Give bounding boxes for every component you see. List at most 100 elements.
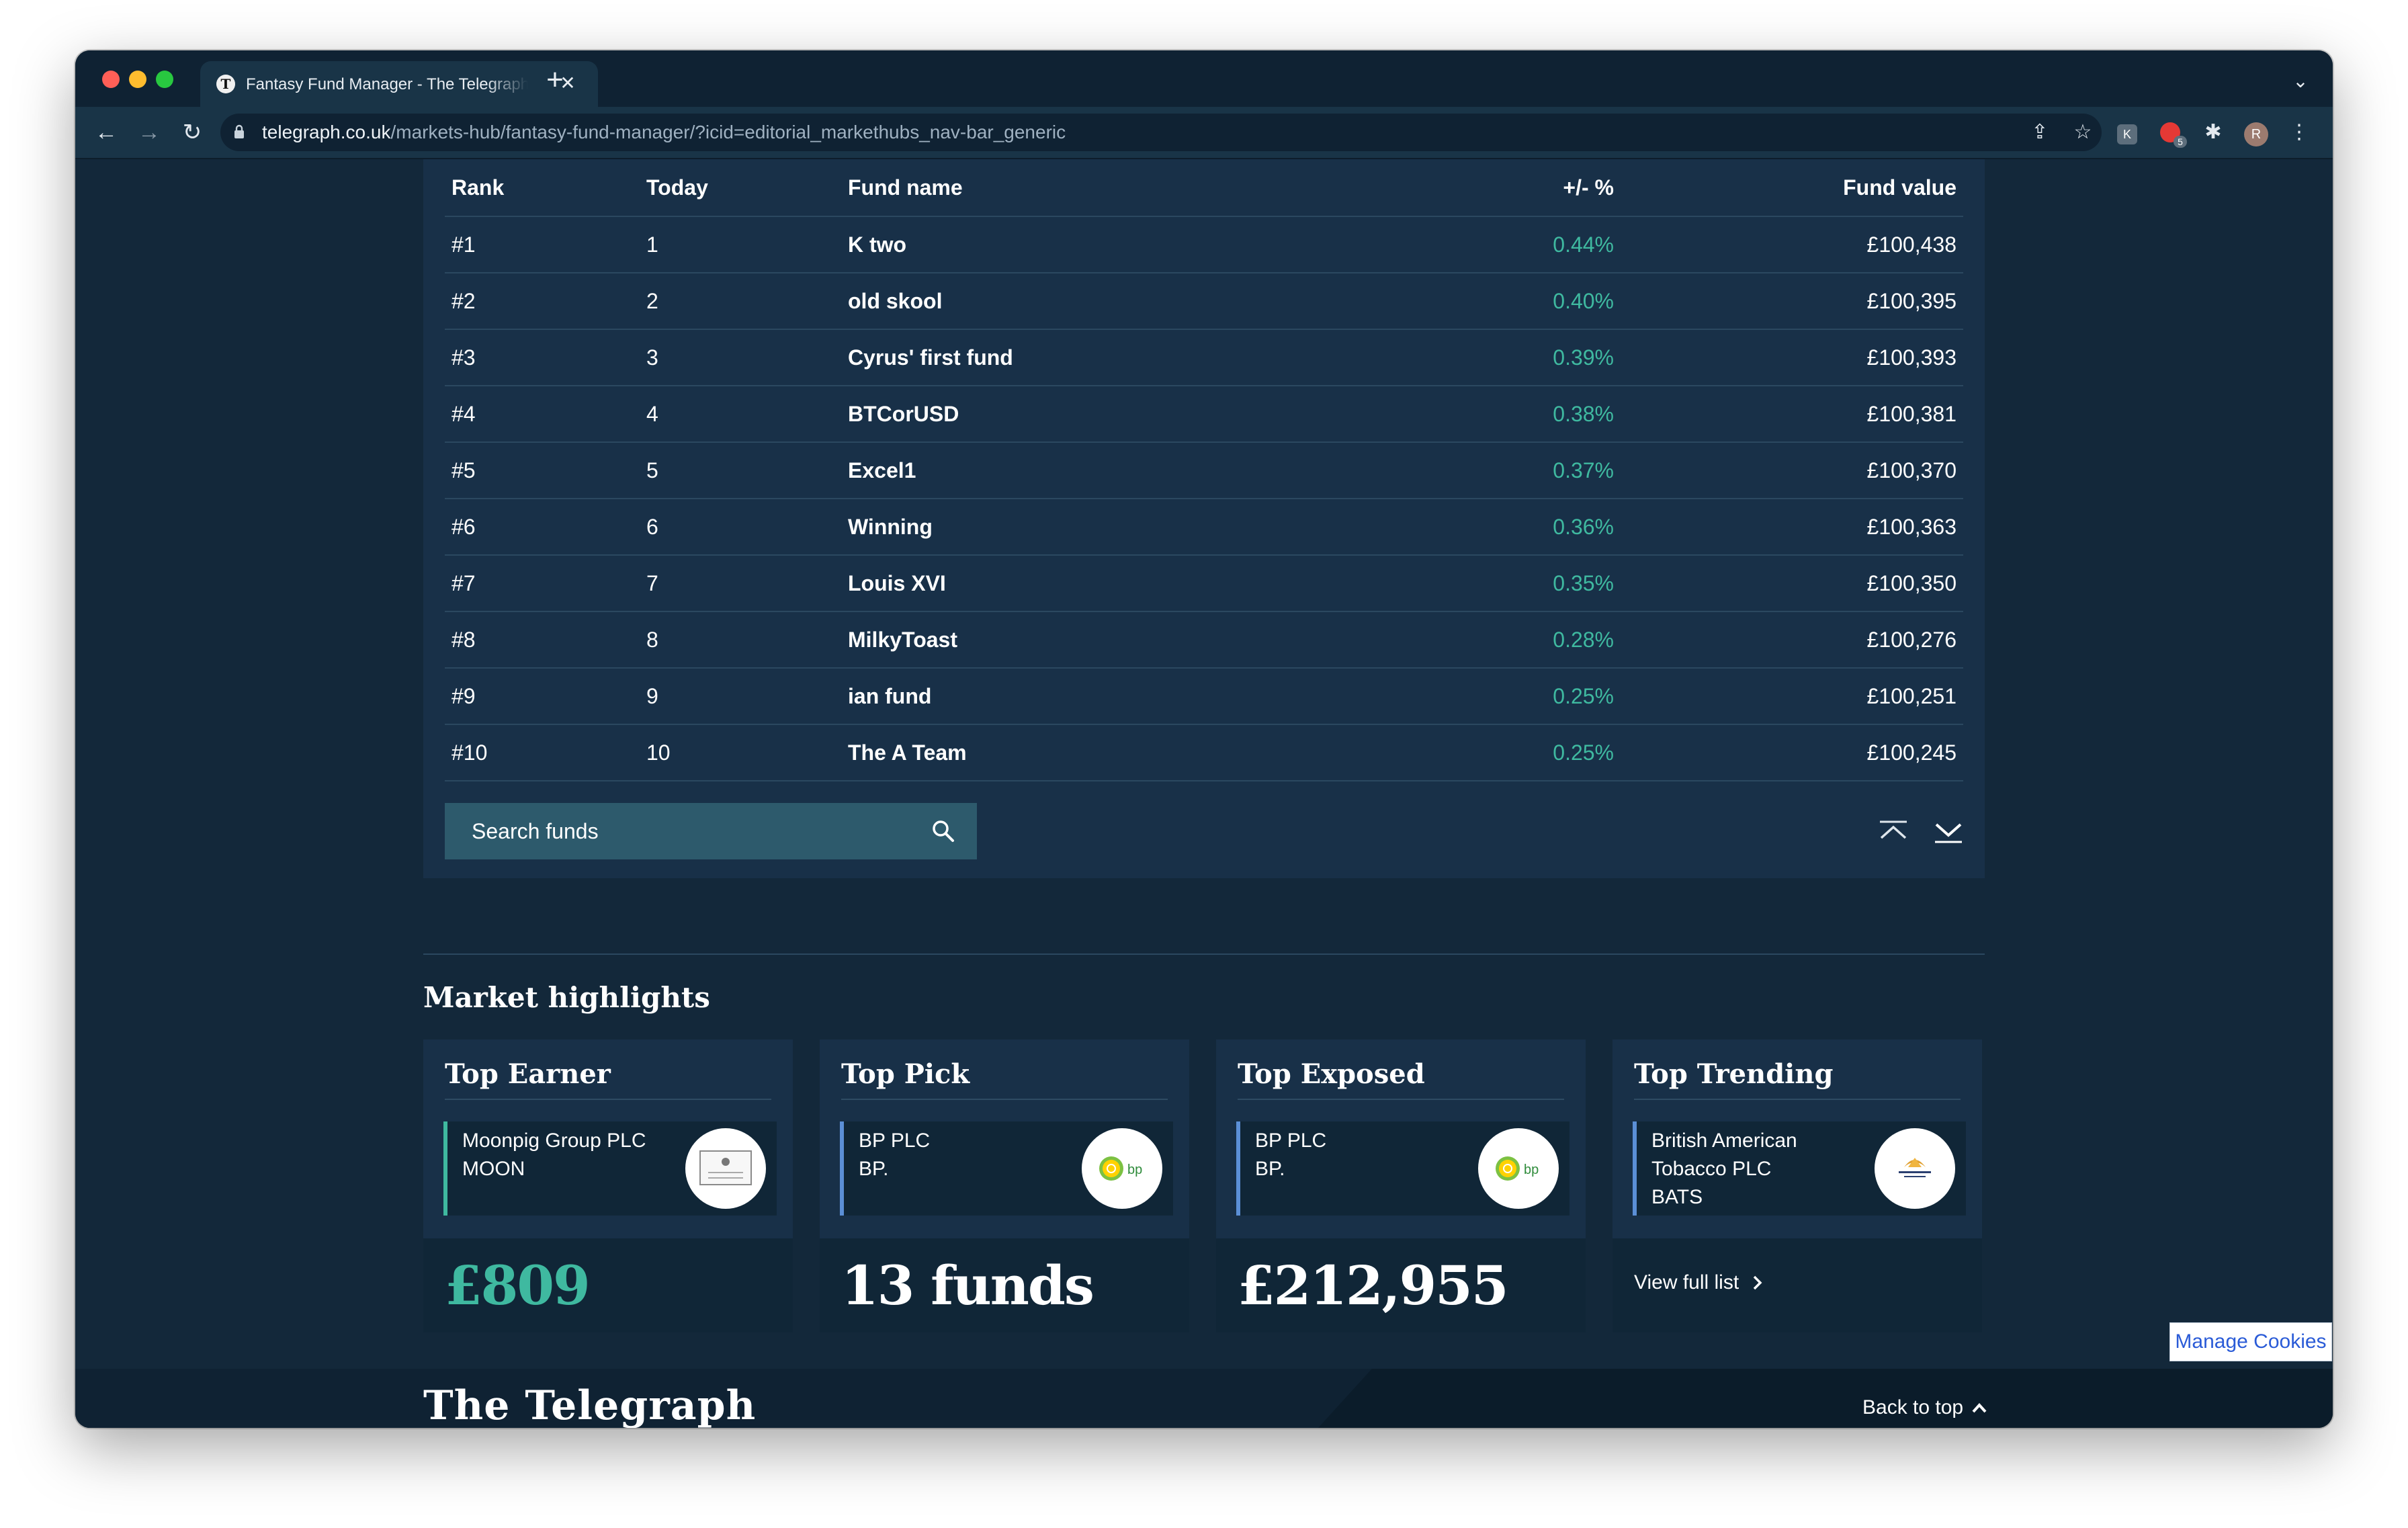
table-row[interactable]: #7 7 Louis XVI 0.35% £100,350 <box>445 555 1963 612</box>
change-cell: 0.28% <box>1439 611 1614 669</box>
top-pick-card[interactable]: Top Pick BP PLC BP. bp 13 funds <box>820 1039 1189 1332</box>
today-cell: 8 <box>640 611 841 669</box>
fund-name-cell[interactable]: The A Team <box>841 724 1439 781</box>
back-icon[interactable]: ← <box>90 116 122 148</box>
fund-value-cell: £100,251 <box>1614 668 1963 725</box>
telegraph-logo[interactable]: The Telegraph <box>423 1382 756 1428</box>
top-trending-card[interactable]: Top Trending British American Tobacco PL… <box>1612 1039 1982 1332</box>
browser-toolbar: ← → ↻ telegraph.co.uk/markets-hub/fantas… <box>75 107 2333 159</box>
today-cell: 10 <box>640 724 841 781</box>
table-row[interactable]: #1 1 K two 0.44% £100,438 <box>445 216 1963 273</box>
search-icon[interactable] <box>930 818 957 845</box>
change-cell: 0.37% <box>1439 442 1614 499</box>
svg-text:bp: bp <box>1127 1162 1142 1177</box>
top-exposed-value: £212,955 <box>1238 1254 1508 1317</box>
view-full-list-label: View full list <box>1634 1271 1739 1293</box>
table-row[interactable]: #2 2 old skool 0.40% £100,395 <box>445 273 1963 330</box>
rank-cell: #6 <box>445 499 640 556</box>
fund-value-cell: £100,438 <box>1614 216 1963 273</box>
fund-name-cell[interactable]: Winning <box>841 499 1439 556</box>
table-row[interactable]: #8 8 MilkyToast 0.28% £100,276 <box>445 611 1963 669</box>
star-icon[interactable]: ☆ <box>2067 116 2099 148</box>
profile-avatar[interactable]: R <box>2240 116 2272 148</box>
extension-badge-icon[interactable]: 5 <box>2154 116 2187 148</box>
rank-cell: #1 <box>445 216 640 273</box>
fund-value-cell: £100,370 <box>1614 442 1963 499</box>
today-cell: 5 <box>640 442 841 499</box>
stock-info: BP PLC BP. <box>859 1127 1074 1183</box>
fund-value-cell: £100,245 <box>1614 724 1963 781</box>
table-row[interactable]: #5 5 Excel1 0.37% £100,370 <box>445 442 1963 499</box>
table-row[interactable]: #10 10 The A Team 0.25% £100,245 <box>445 724 1963 781</box>
rank-cell: #8 <box>445 611 640 669</box>
first-page-icon[interactable] <box>1877 815 1909 847</box>
stock-box[interactable]: BP PLC BP. bp <box>840 1121 1173 1216</box>
table-row[interactable]: #3 3 Cyrus' first fund 0.39% £100,393 <box>445 329 1963 386</box>
top-exposed-card[interactable]: Top Exposed BP PLC BP. bp £212,955 <box>1216 1039 1586 1332</box>
fund-name-cell[interactable]: Louis XVI <box>841 555 1439 612</box>
tab-title: Fantasy Fund Manager - The Telegraph <box>246 75 528 93</box>
search-funds-input[interactable] <box>445 803 915 859</box>
rank-cell: #3 <box>445 329 640 386</box>
top-earner-card[interactable]: Top Earner Moonpig Group PLC MOON £809 <box>423 1039 793 1332</box>
extensions-icon[interactable]: ✱ <box>2197 116 2229 148</box>
market-highlights-title: Market highlights <box>423 981 710 1014</box>
browser-window: T Fantasy Fund Manager - The Telegraph ✕… <box>75 50 2333 1428</box>
stock-box[interactable]: Moonpig Group PLC MOON <box>443 1121 777 1216</box>
fund-value-cell: £100,363 <box>1614 499 1963 556</box>
minimize-window-button[interactable] <box>129 71 146 88</box>
manage-cookies-button[interactable]: Manage Cookies <box>2169 1322 2332 1361</box>
fund-name-cell[interactable]: ian fund <box>841 668 1439 725</box>
header-today: Today <box>640 159 841 217</box>
today-cell: 2 <box>640 273 841 330</box>
fund-name-cell[interactable]: old skool <box>841 273 1439 330</box>
stock-box[interactable]: British American Tobacco PLC BATS <box>1633 1121 1966 1216</box>
chevron-up-icon <box>1972 1403 1987 1413</box>
fund-name-cell[interactable]: Cyrus' first fund <box>841 329 1439 386</box>
company-name: BP PLC <box>1255 1130 1327 1152</box>
chevron-right-icon <box>1753 1275 1762 1290</box>
today-cell: 4 <box>640 386 841 443</box>
address-bar[interactable]: telegraph.co.uk/markets-hub/fantasy-fund… <box>220 114 2102 151</box>
share-icon[interactable]: ⇪ <box>2024 116 2056 148</box>
fund-name-cell[interactable]: BTCorUSD <box>841 386 1439 443</box>
bp-logo-icon: bp <box>1082 1128 1162 1209</box>
change-cell: 0.44% <box>1439 216 1614 273</box>
top-pick-value: 13 funds <box>841 1254 1094 1317</box>
stock-info: British American Tobacco PLC BATS <box>1651 1127 1853 1212</box>
ticker: BP. <box>859 1158 889 1180</box>
rank-cell: #9 <box>445 668 640 725</box>
fund-name-cell[interactable]: K two <box>841 216 1439 273</box>
card-title: Top Earner <box>445 1050 771 1100</box>
maximize-window-button[interactable] <box>156 71 173 88</box>
extension-icon[interactable]: K <box>2111 116 2143 148</box>
ticker: BP. <box>1255 1158 1285 1180</box>
stock-info: Moonpig Group PLC MOON <box>462 1127 677 1183</box>
table-header-row: Rank Today Fund name +/- % Fund value <box>445 159 1963 217</box>
lock-icon <box>234 124 244 138</box>
tab-search-chevron-icon[interactable]: ⌄ <box>2288 69 2313 93</box>
url-text: telegraph.co.uk/markets-hub/fantasy-fund… <box>262 122 1066 143</box>
fund-name-cell[interactable]: MilkyToast <box>841 611 1439 669</box>
forward-icon[interactable]: → <box>133 116 165 148</box>
svg-text:bp: bp <box>1524 1162 1539 1177</box>
new-tab-button[interactable]: + <box>539 64 571 96</box>
telegraph-favicon-icon: T <box>216 75 235 93</box>
table-row[interactable]: #4 4 BTCorUSD 0.38% £100,381 <box>445 386 1963 443</box>
card-title: Top Exposed <box>1238 1050 1564 1100</box>
bat-logo-icon <box>1875 1128 1955 1209</box>
stock-info: BP PLC BP. <box>1255 1127 1470 1183</box>
view-full-list-link[interactable]: View full list <box>1634 1269 1765 1296</box>
fund-name-cell[interactable]: Excel1 <box>841 442 1439 499</box>
today-cell: 7 <box>640 555 841 612</box>
next-page-icon[interactable] <box>1932 815 1965 847</box>
reload-icon[interactable]: ↻ <box>176 116 208 148</box>
menu-icon[interactable]: ⋮ <box>2283 116 2315 148</box>
close-window-button[interactable] <box>102 71 120 88</box>
back-to-top-link[interactable]: Back to top <box>1862 1394 1987 1421</box>
table-row[interactable]: #9 9 ian fund 0.25% £100,251 <box>445 668 1963 725</box>
table-row[interactable]: #6 6 Winning 0.36% £100,363 <box>445 499 1963 556</box>
header-rank: Rank <box>445 159 640 217</box>
card-footer: £809 <box>423 1238 793 1332</box>
stock-box[interactable]: BP PLC BP. bp <box>1236 1121 1570 1216</box>
